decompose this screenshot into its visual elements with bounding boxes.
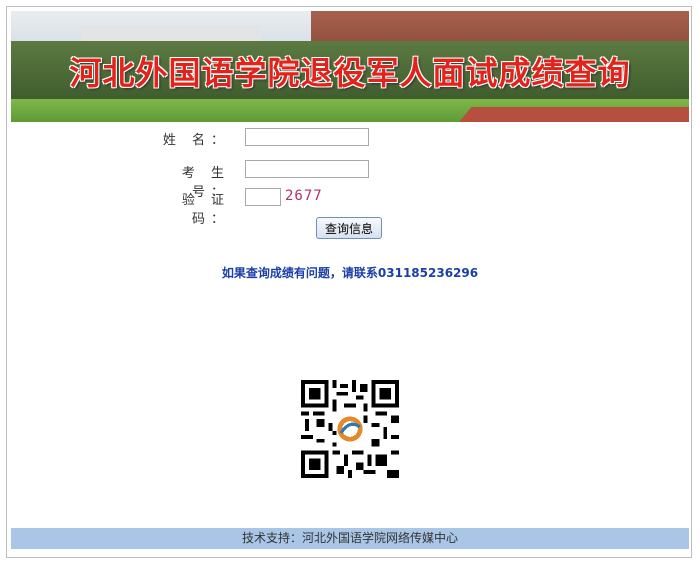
exam-no-input[interactable] — [245, 160, 369, 178]
name-label: 姓 名： — [162, 133, 230, 148]
qr-code-icon — [300, 380, 400, 478]
banner-track — [459, 107, 689, 122]
captcha-label: 验 证 码： — [181, 193, 230, 227]
name-input[interactable] — [245, 128, 369, 146]
query-button[interactable]: 查询信息 — [316, 217, 382, 239]
header-banner: 河北外国语学院退役军人面试成绩查询 — [11, 11, 689, 122]
footer-bar: 技术支持：河北外国语学院网络传媒中心 — [11, 528, 689, 549]
captcha-image[interactable]: 2677 — [285, 188, 323, 204]
banner-title: 河北外国语学院退役军人面试成绩查询 — [69, 54, 631, 92]
contact-notice: 如果查询成绩有问题，请联系031185236296 — [221, 266, 479, 280]
captcha-input[interactable] — [245, 188, 281, 206]
